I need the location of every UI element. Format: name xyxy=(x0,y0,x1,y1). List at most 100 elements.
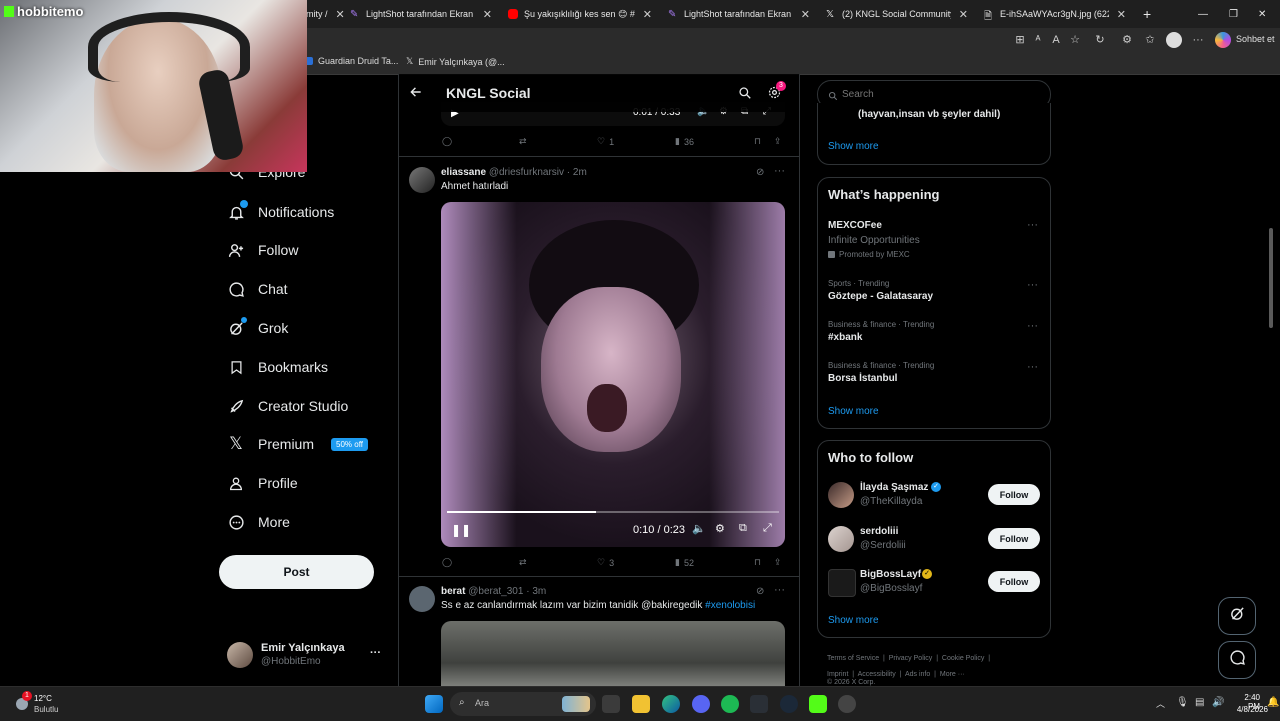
views-button[interactable]: ▮ 36 xyxy=(675,136,694,147)
author-name[interactable]: eliassane xyxy=(441,167,486,178)
trend-item-promoted[interactable]: MEXCOFee Infinite Opportunities Promoted… xyxy=(828,220,1038,259)
browser-tab[interactable]: ✎ LightShot tarafından Ekran Görün ✕ xyxy=(668,0,818,28)
browser-tab[interactable]: ✎ LightShot tarafından Ekran Görün ✕ xyxy=(350,0,500,28)
more-icon[interactable]: ··· xyxy=(1027,219,1038,231)
taskbar-search[interactable]: ⌕ Ara xyxy=(450,692,596,716)
steam-icon[interactable] xyxy=(780,695,798,713)
favorites-icon[interactable]: ✩ xyxy=(1144,34,1156,46)
read-aloud-icon[interactable]: A xyxy=(1050,34,1062,46)
fullscreen-icon[interactable]: ⤢ xyxy=(763,522,772,535)
browser-tab-active[interactable]: 𝕏 (2) KNGL Social Community / X ✕ xyxy=(826,0,976,28)
tray-chevron-icon[interactable]: ︿ xyxy=(1156,697,1165,710)
search-input[interactable] xyxy=(840,86,1039,103)
tab-close-icon[interactable]: ✕ xyxy=(328,8,345,21)
follow-suggestion[interactable]: serdoliii @Serdoliii Follow xyxy=(818,523,1050,557)
pause-icon[interactable]: ❚❚ xyxy=(451,523,471,537)
spotify-icon[interactable] xyxy=(721,695,739,713)
video-settings-icon[interactable]: ⚙ xyxy=(715,522,725,535)
like-button[interactable]: ♡ 3 xyxy=(597,557,614,568)
bookmark-button[interactable]: ⊓ xyxy=(754,557,761,568)
sidebar-item-notifications[interactable]: Notifications xyxy=(227,200,334,224)
post[interactable]: eliassane @driesfurknarsiv · 2m ⊘ ··· Ah… xyxy=(399,157,799,575)
tab-close-icon[interactable]: ✕ xyxy=(793,8,818,21)
author-name[interactable]: berat xyxy=(441,586,465,597)
post-media[interactable] xyxy=(441,621,785,686)
account-menu-icon[interactable]: ··· xyxy=(370,647,381,659)
trend-item[interactable]: Sports · Trending Göztepe - Galatasaray xyxy=(828,279,1038,302)
video-player[interactable]: ❚❚ 0:10 / 0:23 🔈 ⚙ ⧉ ⤢ xyxy=(441,202,785,547)
kick-icon[interactable] xyxy=(809,695,827,713)
author-handle[interactable]: @driesfurknarsiv xyxy=(489,167,564,178)
repost-button[interactable]: ⇄ xyxy=(519,136,527,147)
post[interactable]: berat @berat_301 · 3m ⊘ ··· Ss e az canl… xyxy=(399,577,799,686)
reply-button[interactable]: ◯ xyxy=(442,557,452,568)
volume-icon[interactable]: 🔈 xyxy=(692,522,706,535)
hashtag-link[interactable]: #xenolobisi xyxy=(705,600,755,611)
app-icon[interactable] xyxy=(838,695,856,713)
follow-button[interactable]: Follow xyxy=(988,484,1040,505)
bookmark-item[interactable]: Guardian Druid Ta... xyxy=(305,56,398,66)
footer-link[interactable]: More ··· xyxy=(940,671,965,678)
sidebar-item-creator-studio[interactable]: Creator Studio xyxy=(227,394,348,418)
app-icon[interactable]: ⊞ xyxy=(1014,34,1026,46)
volume-icon[interactable]: 🔊 xyxy=(1212,697,1224,708)
refresh-icon[interactable]: ↻ xyxy=(1094,34,1106,46)
footer-link[interactable]: Accessibility xyxy=(858,671,896,678)
trend-item[interactable]: Business & finance · Trending Borsa İsta… xyxy=(828,361,1038,384)
browser-tab[interactable]: Şu yakışıklılığı kes sen 😊 #kardeş ✕ xyxy=(508,0,660,28)
grok-icon[interactable]: ⊘ xyxy=(756,167,764,178)
follow-suggestion[interactable]: BigBossLayf ✓ @BigBosslayf Follow xyxy=(818,566,1050,600)
back-arrow-icon[interactable] xyxy=(409,85,423,104)
pip-icon[interactable]: ⧉ xyxy=(739,522,747,535)
bookmark-button[interactable]: ⊓ xyxy=(754,136,761,147)
grok-floating-button[interactable] xyxy=(1218,597,1256,635)
share-button[interactable]: ⇪ xyxy=(774,557,782,568)
new-tab-button[interactable]: + xyxy=(1143,0,1157,28)
windows-start-icon[interactable] xyxy=(425,695,443,713)
reply-button[interactable]: ◯ xyxy=(442,136,452,147)
sidebar-item-chat[interactable]: Chat xyxy=(227,277,288,301)
notification-bell-icon[interactable]: 🔔 xyxy=(1267,697,1279,708)
browser-tab[interactable]: 🗎 E-ihSAaWYAcr3gN.jpg (622×979) ✕ xyxy=(984,0,1134,28)
weather-widget[interactable]: 1 12°C Bulutlu xyxy=(8,691,88,717)
grok-icon[interactable]: ⊘ xyxy=(756,586,764,597)
post-time[interactable]: · 2m xyxy=(567,167,587,178)
sidebar-item-grok[interactable]: Grok xyxy=(227,316,288,340)
task-view-icon[interactable] xyxy=(602,695,620,713)
page-scrollbar[interactable] xyxy=(1269,228,1273,328)
like-button[interactable]: ♡ 1 xyxy=(597,136,614,147)
more-icon[interactable]: ··· xyxy=(1027,279,1038,291)
clock-date[interactable]: 4/8/2026 xyxy=(1232,705,1268,714)
author-handle[interactable]: @berat_301 xyxy=(468,586,523,597)
extensions-icon[interactable]: ⚙ xyxy=(1121,34,1133,46)
search-icon[interactable] xyxy=(738,86,752,105)
show-more-link[interactable]: Show more xyxy=(828,141,879,152)
sidebar-item-bookmarks[interactable]: Bookmarks xyxy=(227,355,328,379)
footer-link[interactable]: Cookie Policy xyxy=(942,655,984,662)
footer-link[interactable]: Ads info xyxy=(905,671,930,678)
microphone-icon[interactable]: 🎙 xyxy=(1176,697,1189,708)
sidebar-item-more[interactable]: More xyxy=(227,510,290,534)
tab-close-icon[interactable]: ✕ xyxy=(635,8,660,21)
repost-button[interactable]: ⇄ xyxy=(519,557,527,568)
tab-close-icon[interactable]: ✕ xyxy=(1109,8,1134,21)
bookmark-item[interactable]: 𝕏 Emir Yalçınkaya (@... xyxy=(406,56,505,67)
browser-tab[interactable]: mity / ✕ xyxy=(306,0,344,28)
avatar[interactable] xyxy=(409,167,435,193)
window-close-button[interactable]: ✕ xyxy=(1258,0,1266,28)
sidebar-item-premium[interactable]: 𝕏 Premium 50% off xyxy=(227,432,368,456)
tab-close-icon[interactable]: ✕ xyxy=(951,8,976,21)
post-button[interactable]: Post xyxy=(219,555,374,589)
translate-icon[interactable]: ᴬ xyxy=(1032,34,1044,46)
discord-icon[interactable] xyxy=(692,695,710,713)
trend-item[interactable]: Business & finance · Trending #xbank xyxy=(828,320,1038,343)
views-button[interactable]: ▮ 52 xyxy=(675,557,694,568)
footer-link[interactable]: Imprint xyxy=(827,671,848,678)
post-time[interactable]: · 3m xyxy=(526,586,546,597)
settings-more-icon[interactable]: ··· xyxy=(1192,34,1204,46)
more-icon[interactable]: ··· xyxy=(1027,320,1038,332)
video-progress-track[interactable] xyxy=(447,511,779,513)
sidebar-item-profile[interactable]: Profile xyxy=(227,471,298,495)
network-icon[interactable]: ▤ xyxy=(1195,697,1204,708)
copilot-label[interactable]: Sohbet et xyxy=(1236,34,1275,44)
